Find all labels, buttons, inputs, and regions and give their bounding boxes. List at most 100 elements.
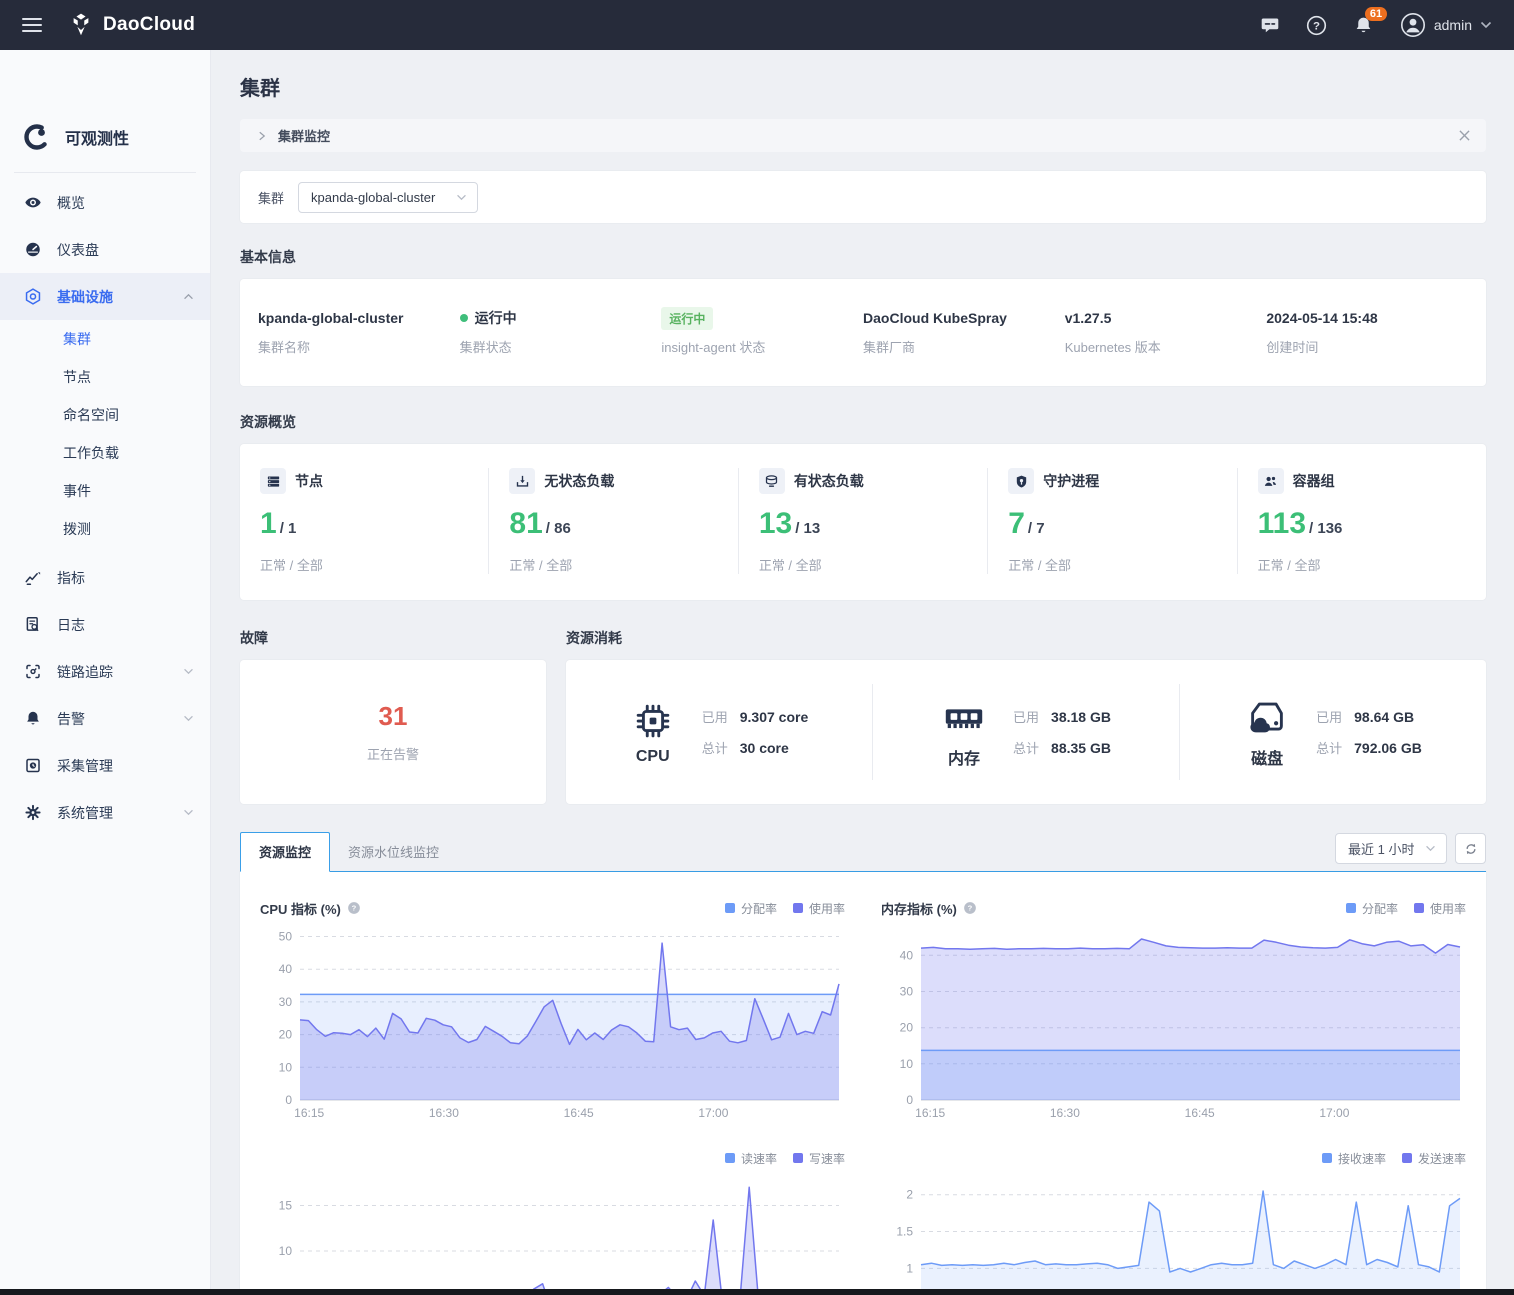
sidebar-item-infrastructure[interactable]: 基础设施	[0, 273, 210, 320]
user-menu[interactable]: admin	[1400, 12, 1492, 38]
overview-deployments: 无状态负载 81/ 86 正常 / 全部	[489, 468, 738, 574]
disk-cloud-icon	[1244, 695, 1290, 741]
notifications-bell-icon[interactable]: 61	[1353, 15, 1374, 36]
chevron-down-icon	[183, 809, 194, 816]
basic-info-title: 基本信息	[240, 247, 1486, 267]
main-content: 集群 集群监控 集群 kpanda-global-cluster 基本信息 kp…	[211, 50, 1514, 1295]
memory-metrics-chart: 内存指标 (%) ? 分配率使用率 01020304016:1516:3016:…	[881, 898, 1466, 1122]
memory-ram-icon	[941, 695, 987, 741]
sidebar-subitem-workloads[interactable]: 工作负载	[0, 434, 210, 472]
overview-pods: 容器组 113/ 136 正常 / 全部	[1238, 468, 1486, 574]
node-icon	[260, 468, 286, 494]
field-cluster-vendor: DaoCloud KubeSpray 集群厂商	[863, 307, 1065, 356]
svg-text:40: 40	[279, 962, 293, 976]
svg-text:16:15: 16:15	[294, 1106, 324, 1120]
gear-icon	[24, 803, 42, 822]
refresh-button[interactable]	[1455, 833, 1486, 864]
network-rate-chart: ? 接收速率发送速率 00.511.5216:1516:3016:4517:00	[881, 1148, 1466, 1295]
svg-text:0: 0	[906, 1093, 913, 1107]
time-range-select[interactable]: 最近 1 小时	[1335, 833, 1447, 864]
close-icon[interactable]	[1459, 130, 1470, 141]
metrics-icon	[24, 568, 42, 587]
chart-plot-area[interactable]: 01020304016:1516:3016:4517:00	[881, 922, 1466, 1122]
observability-logo-icon	[22, 122, 52, 152]
sidebar-subitem-probes[interactable]: 拨测	[0, 510, 210, 548]
overview-statefulsets: 有状态负载 13/ 13 正常 / 全部	[739, 468, 988, 574]
svg-text:16:45: 16:45	[1185, 1106, 1215, 1120]
overview-nodes: 节点 1/ 1 正常 / 全部	[240, 468, 489, 574]
product-header: 可观测性	[0, 100, 210, 172]
legend-item[interactable]: 发送速率	[1402, 1150, 1466, 1167]
chart-plot-area[interactable]: 00.511.5216:1516:3016:4517:00	[881, 1172, 1466, 1295]
chevron-down-icon	[183, 668, 194, 675]
sidebar-subitem-namespaces[interactable]: 命名空间	[0, 396, 210, 434]
help-icon[interactable]: ?	[1306, 15, 1327, 36]
status-badge: 运行中	[661, 307, 713, 330]
svg-text:10: 10	[279, 1244, 293, 1258]
cluster-select[interactable]: kpanda-global-cluster	[298, 182, 478, 213]
sidebar-subitem-events[interactable]: 事件	[0, 472, 210, 510]
chevron-up-icon	[183, 293, 194, 300]
cpu-metrics-chart: CPU 指标 (%) ? 分配率使用率 0102030405016:1516:3…	[260, 898, 845, 1122]
alerting-count[interactable]: 31	[379, 701, 408, 732]
menu-toggle-icon[interactable]	[22, 18, 42, 32]
legend-item[interactable]: 使用率	[793, 900, 845, 917]
svg-text:1: 1	[906, 1261, 913, 1275]
chart-title: 内存指标 (%)	[881, 899, 957, 918]
sidebar-item-alerts[interactable]: 告警	[0, 695, 210, 742]
overview-daemonsets: 守护进程 7/ 7 正常 / 全部	[988, 468, 1237, 574]
field-kubernetes-version: v1.27.5 Kubernetes 版本	[1065, 307, 1267, 356]
legend-item[interactable]: 读速率	[725, 1150, 777, 1167]
bell-icon	[24, 709, 42, 728]
chart-plot-area[interactable]: 0102030405016:1516:3016:4517:00	[260, 922, 845, 1122]
chart-legend: 分配率使用率	[725, 900, 845, 917]
brand-logo[interactable]: DaoCloud	[68, 12, 195, 38]
svg-text:40: 40	[900, 948, 914, 962]
product-name: 可观测性	[65, 125, 129, 149]
sidebar-item-system[interactable]: 系统管理	[0, 789, 210, 836]
status-dot	[460, 314, 468, 322]
cluster-select-label: 集群	[258, 188, 284, 207]
sidebar-item-logs[interactable]: 日志	[0, 601, 210, 648]
tab-watermark-monitor[interactable]: 资源水位线监控	[330, 833, 457, 871]
chevron-right-icon[interactable]	[256, 130, 268, 142]
legend-item[interactable]: 写速率	[793, 1150, 845, 1167]
field-insight-agent-status: 运行中 insight-agent 状态	[661, 307, 863, 356]
daemonset-shield-icon	[1008, 468, 1034, 494]
svg-text:16:30: 16:30	[1050, 1106, 1080, 1120]
username: admin	[1434, 17, 1472, 33]
sidebar-item-tracing[interactable]: 链路追踪	[0, 648, 210, 695]
topbar: DaoCloud ? 61 admin	[0, 0, 1514, 50]
disk-rate-chart: ? 读速率写速率 05101516:1516:3016:4517:00	[260, 1148, 845, 1295]
svg-text:15: 15	[279, 1199, 293, 1213]
stateful-workload-icon	[759, 468, 785, 494]
help-icon[interactable]: ?	[347, 901, 361, 915]
sidebar-item-overview[interactable]: 概览	[0, 179, 210, 226]
legend-item[interactable]: 使用率	[1414, 900, 1466, 917]
legend-item[interactable]: 分配率	[725, 900, 777, 917]
legend-item[interactable]: 接收速率	[1322, 1150, 1386, 1167]
sidebar-item-collection[interactable]: 采集管理	[0, 742, 210, 789]
sidebar-subitem-clusters[interactable]: 集群	[0, 320, 210, 358]
legend-item[interactable]: 分配率	[1346, 900, 1398, 917]
chat-icon[interactable]	[1260, 15, 1280, 35]
sidebar-item-metrics[interactable]: 指标	[0, 554, 210, 601]
help-icon[interactable]: ?	[963, 901, 977, 915]
cpu-consumption: CPU 已用9.307 core 总计30 core	[566, 684, 873, 780]
chevron-down-icon	[1425, 845, 1436, 852]
sidebar-subitem-nodes[interactable]: 节点	[0, 358, 210, 396]
chart-legend: 读速率写速率	[725, 1150, 845, 1167]
field-cluster-name: kpanda-global-cluster 集群名称	[258, 307, 460, 356]
resource-overview-title: 资源概览	[240, 412, 1486, 432]
svg-text:16:30: 16:30	[429, 1106, 459, 1120]
basic-info-card: kpanda-global-cluster 集群名称 运行中 集群状态 运行中 …	[240, 279, 1486, 386]
svg-text:30: 30	[279, 995, 293, 1009]
chart-plot-area[interactable]: 05101516:1516:3016:4517:00	[260, 1172, 845, 1295]
tab-resource-monitor[interactable]: 资源监控	[240, 832, 330, 872]
sidebar: 可观测性 概览 仪表盘 基础设施 集群 节点 命名空间 工作负载 事件 拨测	[0, 50, 211, 1289]
brand-name: DaoCloud	[103, 14, 195, 36]
charts-panel: CPU 指标 (%) ? 分配率使用率 0102030405016:1516:3…	[240, 872, 1486, 1295]
sidebar-item-dashboards[interactable]: 仪表盘	[0, 226, 210, 273]
svg-text:20: 20	[900, 1021, 914, 1035]
daocloud-logo-icon	[68, 12, 94, 38]
